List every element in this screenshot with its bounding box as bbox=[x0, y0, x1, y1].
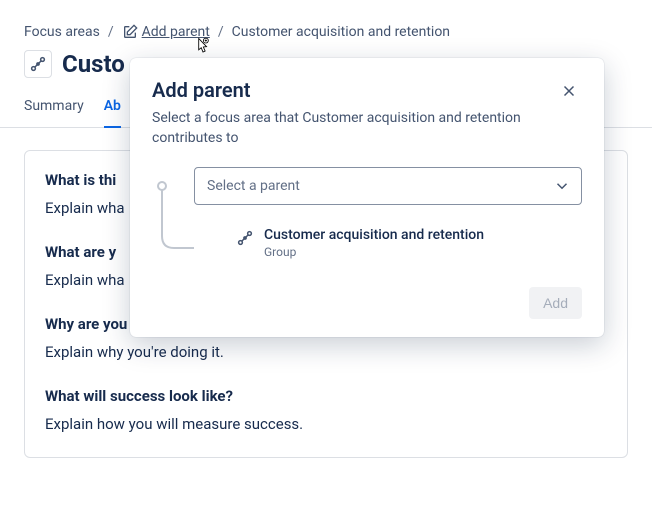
parent-select[interactable]: Select a parent bbox=[194, 167, 582, 205]
breadcrumb-root[interactable]: Focus areas bbox=[24, 24, 100, 40]
breadcrumb-separator: / bbox=[218, 24, 224, 40]
focus-area-icon bbox=[24, 50, 52, 78]
tab-about[interactable]: Ab bbox=[104, 90, 121, 128]
child-sub: Group bbox=[264, 245, 484, 259]
add-parent-modal: Add parent Select a focus area that Cust… bbox=[130, 58, 604, 337]
breadcrumb-add-parent[interactable]: Add parent bbox=[122, 24, 210, 40]
modal-description: Select a focus area that Customer acquis… bbox=[152, 108, 582, 149]
breadcrumb-current: Customer acquisition and retention bbox=[232, 24, 450, 40]
tab-summary[interactable]: Summary bbox=[24, 90, 84, 127]
edit-icon bbox=[122, 24, 138, 40]
focus-area-icon bbox=[236, 229, 254, 247]
add-button[interactable]: Add bbox=[529, 287, 582, 319]
child-item: Customer acquisition and retention Group bbox=[194, 205, 582, 259]
close-icon bbox=[560, 82, 578, 100]
tree-connector bbox=[152, 167, 194, 263]
section-answer[interactable]: Explain why you're doing it. bbox=[45, 343, 607, 361]
close-button[interactable] bbox=[556, 78, 582, 107]
parent-tree: Select a parent Customer acquisition and… bbox=[152, 167, 582, 263]
breadcrumb-separator: / bbox=[108, 24, 114, 40]
child-name: Customer acquisition and retention bbox=[264, 227, 484, 243]
section-answer[interactable]: Explain how you will measure success. bbox=[45, 415, 607, 433]
breadcrumb: Focus areas / Add parent / Customer acqu… bbox=[0, 0, 652, 50]
chevron-down-icon bbox=[553, 177, 571, 195]
page-title: Custo bbox=[62, 50, 125, 78]
select-placeholder: Select a parent bbox=[207, 178, 300, 194]
modal-title: Add parent bbox=[152, 78, 251, 102]
section-question: What will success look like? bbox=[45, 387, 607, 405]
